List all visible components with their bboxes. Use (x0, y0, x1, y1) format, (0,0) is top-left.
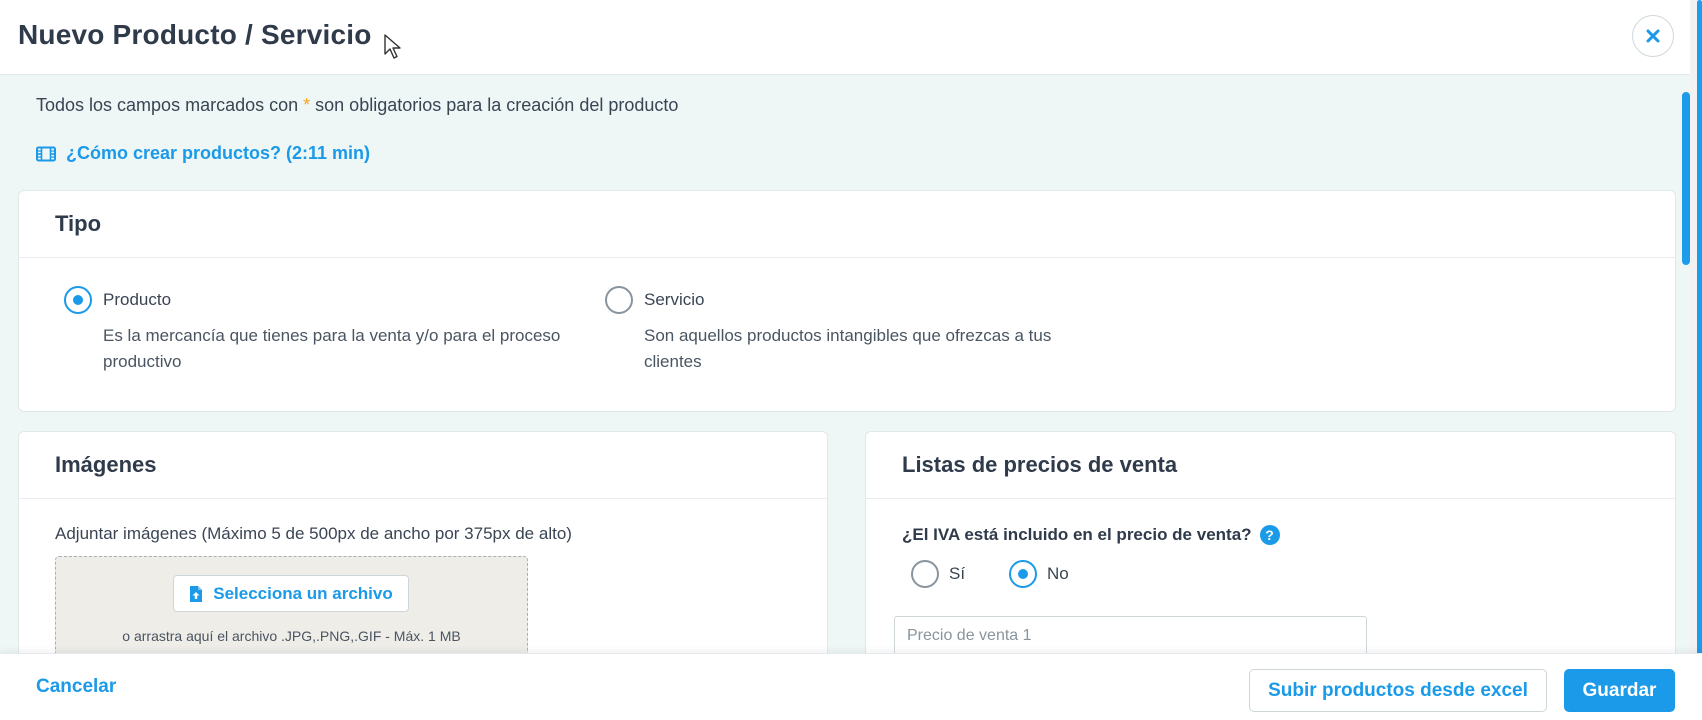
required-fields-note: Todos los campos marcados con * son obli… (36, 95, 678, 116)
upload-excel-button[interactable]: Subir productos desde excel (1249, 669, 1547, 712)
divider (19, 257, 1675, 258)
precios-card: Listas de precios de venta ¿El IVA está … (865, 431, 1676, 671)
tutorial-link-label: ¿Cómo crear productos? (2:11 min) (66, 143, 371, 163)
cancel-button[interactable]: Cancelar (36, 676, 116, 698)
radio-servicio[interactable] (605, 286, 633, 314)
modal-footer: Cancelar Subir productos desde excel Gua… (0, 653, 1702, 720)
radio-iva-no[interactable] (1009, 560, 1037, 588)
save-button[interactable]: Guardar (1564, 669, 1675, 712)
iva-question-text: ¿El IVA está incluido en el precio de ve… (902, 525, 1252, 544)
servicio-label: Servicio (644, 290, 705, 309)
close-button[interactable] (1632, 15, 1674, 57)
producto-label: Producto (103, 290, 172, 309)
mouse-cursor-icon (384, 34, 401, 59)
divider (866, 498, 1675, 499)
radio-iva-si[interactable] (911, 560, 939, 588)
iva-no-label: No (1047, 564, 1069, 583)
tipo-title: Tipo (55, 211, 102, 236)
producto-description: Es la mercancía que tienes para la venta… (103, 326, 561, 371)
select-file-label: Selecciona un archivo (213, 583, 393, 603)
modal-header: Nuevo Producto / Servicio (0, 0, 1702, 75)
page-title: Nuevo Producto / Servicio (18, 19, 372, 50)
select-file-button[interactable]: Selecciona un archivo (173, 575, 409, 612)
close-icon (1646, 29, 1660, 43)
divider (19, 498, 827, 499)
servicio-description: Son aquellos productos intangibles que o… (644, 326, 1052, 371)
drop-hint: o arrastra aquí el archivo .JPG,.PNG,.GI… (122, 628, 461, 644)
tipo-card: Tipo Producto Es la mercancía que tienes… (18, 190, 1676, 412)
price-list-1-input[interactable] (894, 616, 1367, 656)
film-icon (36, 146, 56, 161)
file-upload-icon (190, 585, 203, 602)
iva-question: ¿El IVA está incluido en el precio de ve… (902, 525, 1280, 545)
tutorial-video-link[interactable]: ¿Cómo crear productos? (2:11 min) (36, 143, 370, 164)
precios-title: Listas de precios de venta (902, 452, 1178, 477)
imagenes-card: Imágenes Adjuntar imágenes (Máximo 5 de … (18, 431, 828, 671)
note-text-end: son obligatorios para la creación del pr… (310, 95, 679, 115)
file-dropzone[interactable]: Selecciona un archivo o arrastra aquí el… (55, 556, 528, 666)
upload-instructions: Adjuntar imágenes (Máximo 5 de 500px de … (55, 524, 572, 543)
iva-si-label: Sí (949, 564, 966, 583)
scrollbar-thumb[interactable] (1682, 92, 1690, 265)
note-text: Todos los campos marcados con (36, 95, 304, 115)
help-icon[interactable]: ? (1259, 525, 1280, 545)
scrollbar-track (1697, 0, 1702, 655)
imagenes-title: Imágenes (55, 452, 157, 477)
radio-producto[interactable] (64, 286, 92, 314)
